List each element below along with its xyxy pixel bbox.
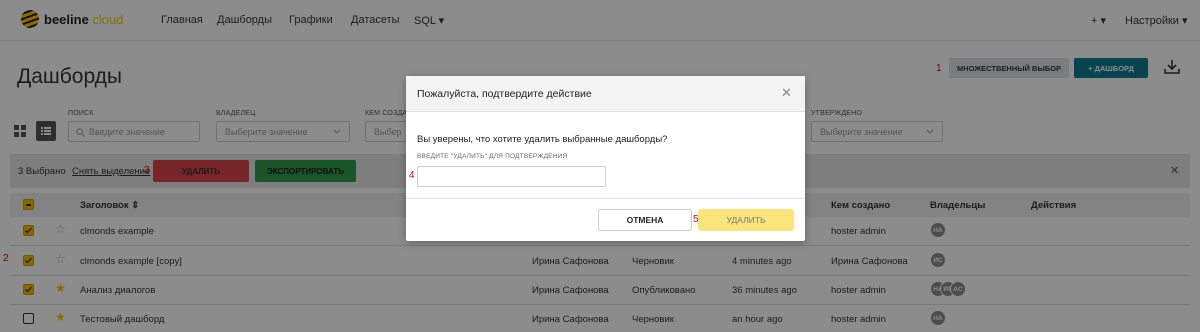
dialog-divider (406, 198, 805, 199)
confirm-delete-button[interactable]: УДАЛИТЬ (698, 209, 794, 231)
dialog-question: Вы уверены, что хотите удалить выбранные… (417, 134, 668, 145)
close-icon[interactable]: ✕ (781, 86, 792, 99)
confirm-delete-dialog: Пожалуйста, подтвердите действие ✕ Вы ув… (406, 76, 805, 241)
cancel-button[interactable]: ОТМЕНА (598, 209, 692, 231)
confirm-input-label: ВВЕДИТЕ "УДАЛИТЬ" ДЛЯ ПОДТВЕРЖДЕНИЯ (417, 153, 568, 160)
dialog-title: Пожалуйста, подтвердите действие (417, 88, 592, 100)
confirm-text-input[interactable] (417, 166, 606, 187)
annotation-marker: 4 (409, 170, 415, 181)
dialog-header: Пожалуйста, подтвердите действие ✕ (406, 76, 805, 112)
